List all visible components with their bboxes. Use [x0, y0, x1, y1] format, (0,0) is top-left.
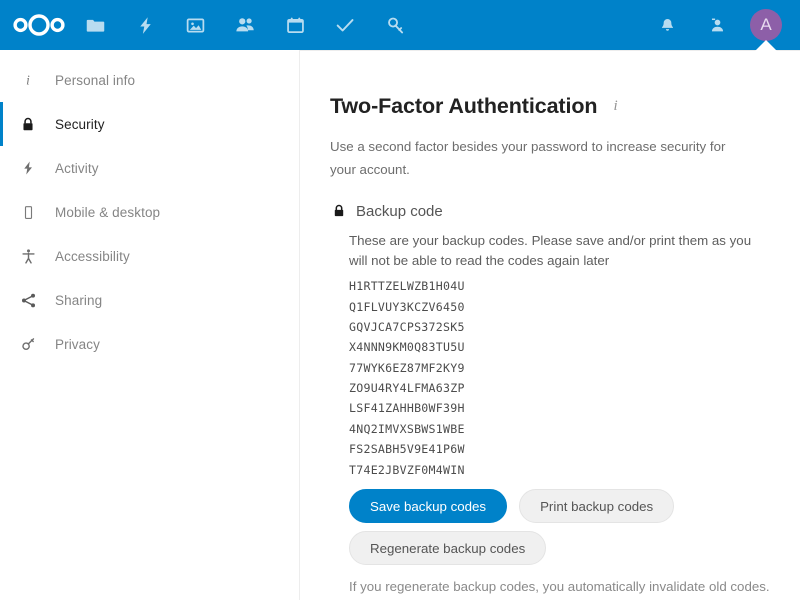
backup-code-actions: Save backup codes Print backup codes	[349, 489, 770, 524]
provider-header: Backup code	[332, 203, 770, 220]
backup-code: FS2SABH5V9E41P6W	[349, 442, 465, 457]
sidebar-item-label: Sharing	[55, 292, 103, 308]
avatar[interactable]: A	[742, 0, 790, 51]
regenerate-action-row: Regenerate backup codes	[349, 531, 770, 566]
accessibility-icon	[12, 248, 44, 265]
backup-code: T74E2JBVZF0M4WIN	[349, 462, 465, 477]
notifications-icon[interactable]	[642, 0, 692, 50]
lock-icon	[12, 116, 44, 133]
photos-icon[interactable]	[170, 0, 220, 50]
app-navigation	[70, 0, 420, 50]
codes-intro-text: These are your backup codes. Please save…	[349, 232, 752, 268]
svg-text:i: i	[26, 73, 30, 88]
backup-code: ZO9U4RY4LFMA63ZP	[349, 381, 465, 396]
mobile-icon	[12, 204, 44, 221]
settings-content: Two-Factor Authentication i Use a second…	[300, 50, 800, 600]
share-icon	[12, 292, 44, 309]
header-right-menu: A	[642, 0, 800, 51]
settings-sidebar: i Personal info Security Activity Mobile…	[0, 50, 300, 600]
sidebar-item-sharing[interactable]: Sharing	[0, 278, 299, 322]
print-backup-codes-button[interactable]: Print backup codes	[519, 489, 675, 524]
tasks-icon[interactable]	[320, 0, 370, 50]
backup-codes-list: H1RTTZELWZB1H04U Q1FLVUY3KCZV6450 GQVJCA…	[349, 276, 770, 480]
files-icon[interactable]	[70, 0, 120, 50]
backup-code: LSF41ZAHHB0WF39H	[349, 401, 465, 416]
sidebar-item-label: Accessibility	[55, 248, 130, 264]
activity-icon[interactable]	[120, 0, 170, 50]
backup-code: X4NNN9KM0Q83TU5U	[349, 340, 465, 355]
provider-name: Backup code	[356, 202, 443, 220]
sidebar-item-accessibility[interactable]: Accessibility	[0, 234, 299, 278]
sidebar-item-label: Security	[55, 116, 105, 132]
passwords-icon[interactable]	[370, 0, 420, 50]
backup-code: Q1FLVUY3KCZV6450	[349, 299, 465, 314]
contacts-menu-icon[interactable]	[692, 0, 742, 50]
lightning-icon	[12, 160, 44, 176]
provider-body: These are your backup codes. Please save…	[349, 231, 770, 594]
page-title-row: Two-Factor Authentication i	[330, 51, 770, 119]
page-title: Two-Factor Authentication	[330, 94, 598, 118]
info-icon: i	[12, 72, 44, 88]
sidebar-item-label: Mobile & desktop	[55, 204, 161, 220]
backup-code: GQVJCA7CPS372SK5	[349, 319, 465, 334]
sidebar-item-label: Personal info	[55, 72, 136, 88]
regenerate-backup-codes-button[interactable]: Regenerate backup codes	[349, 531, 547, 566]
sidebar-item-security[interactable]: Security	[0, 102, 299, 146]
save-backup-codes-button[interactable]: Save backup codes	[349, 489, 508, 524]
page-description: Use a second factor besides your passwor…	[330, 139, 726, 177]
avatar-initial: A	[750, 9, 782, 41]
calendar-icon[interactable]	[270, 0, 320, 50]
sidebar-item-activity[interactable]: Activity	[0, 146, 299, 190]
sidebar-item-mobile-desktop[interactable]: Mobile & desktop	[0, 190, 299, 234]
info-icon[interactable]: i	[613, 98, 617, 115]
sidebar-item-label: Activity	[55, 160, 99, 176]
avatar-menu-arrow	[755, 40, 777, 51]
lock-icon	[332, 203, 346, 219]
backup-code: 77WYK6EZ87MF2KY9	[349, 360, 465, 375]
sidebar-item-privacy[interactable]: Privacy	[0, 322, 299, 366]
sidebar-item-label: Privacy	[55, 336, 100, 352]
backup-code: H1RTTZELWZB1H04U	[349, 279, 465, 294]
backup-code: 4NQ2IMVXSBWS1WBE	[349, 421, 465, 436]
app-header: A	[0, 0, 800, 51]
nextcloud-logo[interactable]	[8, 0, 70, 50]
regenerate-note: If you regenerate backup codes, you auto…	[349, 579, 770, 595]
key-icon	[12, 336, 44, 353]
sidebar-item-personal-info[interactable]: i Personal info	[0, 58, 299, 102]
contacts-icon[interactable]	[220, 0, 270, 50]
